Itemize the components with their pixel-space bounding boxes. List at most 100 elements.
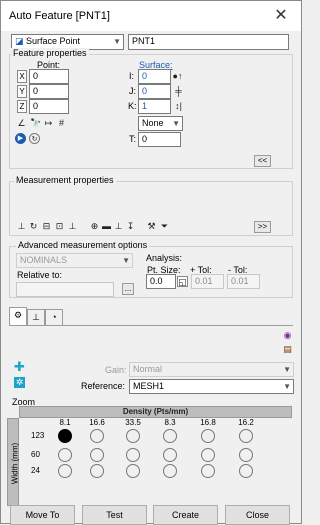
density-option-radio[interactable] — [58, 429, 72, 443]
gain-label: Gain: — [105, 365, 127, 375]
chevron-down-icon: ▼ — [113, 37, 121, 46]
flip-vector-icon[interactable]: ╪ — [173, 86, 184, 97]
minus-tol-input[interactable]: 0.01 — [227, 274, 260, 289]
advanced-options-label: Advanced measurement options — [16, 240, 150, 250]
height-icon[interactable]: ↧ — [125, 221, 136, 232]
offset-icon[interactable]: ⊥ — [113, 221, 124, 232]
settings-icon[interactable]: ✲ — [14, 377, 25, 388]
density-option-radio[interactable] — [163, 464, 177, 478]
relative-to-input[interactable] — [16, 282, 114, 297]
rotate-icon[interactable]: ↻ — [28, 221, 39, 232]
create-button[interactable]: Create — [153, 505, 218, 525]
feature-name-input[interactable]: PNT1 — [128, 34, 289, 50]
none-select-value: None — [142, 118, 164, 128]
density-option-radio[interactable] — [126, 464, 140, 478]
surface-k-input[interactable]: 1 — [138, 99, 171, 114]
plane-icon[interactable]: ▬ — [101, 221, 112, 232]
point-y-input[interactable]: 0 — [29, 84, 69, 99]
test-button[interactable]: Test — [82, 505, 147, 525]
surface-j-input[interactable]: 0 — [138, 84, 171, 99]
feature-type-value: Surface Point — [26, 36, 81, 46]
browse-button[interactable]: ... — [122, 283, 134, 295]
grid-icon[interactable]: # — [56, 118, 67, 129]
reference-select[interactable]: MESH1 ▼ — [129, 379, 294, 394]
tab-probe-settings[interactable]: ⚙ — [9, 307, 27, 325]
density-option-radio[interactable] — [90, 448, 104, 462]
binoculars-icon[interactable]: 🔭 — [30, 118, 41, 129]
x-axis-button[interactable]: X — [17, 70, 27, 83]
analysis-label: Analysis: — [146, 253, 183, 263]
density-option-radio[interactable] — [239, 448, 253, 462]
sample-icon[interactable]: ⊟ — [41, 221, 52, 232]
analysis-view-icon[interactable]: ◱ — [177, 276, 188, 287]
none-select[interactable]: None ▼ — [138, 116, 183, 131]
pt-size-input[interactable]: 0.0 — [146, 274, 176, 289]
density-option-radio[interactable] — [90, 464, 104, 478]
nominals-select[interactable]: NOMINALS ▼ — [16, 253, 133, 268]
tab-contact-settings[interactable]: ⊥ — [27, 309, 45, 325]
density-option-radio[interactable] — [58, 464, 72, 478]
density-option-radio[interactable] — [90, 429, 104, 443]
close-button[interactable]: Close — [225, 505, 290, 525]
report-icon[interactable]: ▤ — [282, 344, 293, 355]
width-sidebar: Width (mm) — [7, 418, 20, 506]
j-label: J: — [129, 86, 137, 96]
density-column-header: 16.6 — [89, 418, 105, 427]
density-option-radio[interactable] — [163, 448, 177, 462]
point-x-input[interactable]: 0 — [29, 69, 69, 84]
touch-icon[interactable]: ⊥ — [16, 221, 27, 232]
reference-label: Reference: — [81, 381, 126, 391]
width-row-header: 24 — [31, 466, 40, 475]
density-option-radio[interactable] — [201, 429, 215, 443]
play-icon[interactable]: ▶ — [15, 133, 26, 144]
measure-icon[interactable]: ↦ — [43, 118, 54, 129]
wand-icon[interactable]: ⚒ — [146, 221, 157, 232]
density-option-radio[interactable] — [126, 448, 140, 462]
angle-icon[interactable]: ∠ — [16, 118, 27, 129]
filter-icon[interactable]: ⏷ — [159, 221, 170, 232]
gain-select[interactable]: Normal ▼ — [129, 362, 294, 377]
target-icon[interactable]: ⊕ — [89, 221, 100, 232]
y-axis-button[interactable]: Y — [17, 85, 27, 98]
density-option-radio[interactable] — [163, 429, 177, 443]
tab-motion-settings[interactable]: ◔ — [45, 309, 63, 325]
auto-move-icon[interactable]: ⊡ — [54, 221, 65, 232]
density-option-radio[interactable] — [239, 429, 253, 443]
add-icon[interactable]: ✚ — [14, 360, 25, 373]
chevron-down-icon: ▼ — [283, 365, 291, 374]
expand-button[interactable]: >> — [254, 221, 271, 233]
measurement-properties-label: Measurement properties — [14, 175, 116, 185]
i-label: I: — [129, 71, 135, 81]
density-option-radio[interactable] — [58, 448, 72, 462]
density-column-header: 33.5 — [125, 418, 141, 427]
point-z-input[interactable]: 0 — [29, 99, 69, 114]
density-option-radio[interactable] — [201, 448, 215, 462]
window-title: Auto Feature [PNT1] — [9, 10, 110, 22]
timer-icon: ◔ — [51, 312, 57, 322]
gain-select-value: Normal — [133, 364, 163, 374]
surface-i-input[interactable]: 0 — [138, 69, 171, 84]
find-vector-icon[interactable]: ●↑ — [172, 71, 183, 82]
sensor-icon[interactable]: ◉ — [282, 330, 293, 341]
tab-divider — [9, 325, 293, 326]
z-axis-button[interactable]: Z — [17, 100, 27, 113]
plus-tol-input[interactable]: 0.01 — [191, 274, 224, 289]
t-label: T: — [129, 134, 137, 144]
density-option-radio[interactable] — [239, 464, 253, 478]
move-to-button[interactable]: Move To — [10, 505, 75, 525]
surface-point-icon: ◪ — [15, 36, 27, 46]
density-option-radio[interactable] — [126, 429, 140, 443]
density-column-header: 16.8 — [200, 418, 216, 427]
collapse-button[interactable]: << — [254, 155, 271, 167]
t-value-input[interactable]: 0 — [138, 132, 181, 147]
chevron-down-icon: ▼ — [172, 119, 180, 128]
relative-to-label: Relative to: — [17, 270, 63, 280]
depth-icon[interactable]: ⊥ — [67, 221, 78, 232]
density-option-radio[interactable] — [201, 464, 215, 478]
gear-icon: ⚙ — [13, 310, 23, 320]
k-label: K: — [128, 101, 137, 111]
refresh-icon[interactable]: ↻ — [29, 133, 40, 144]
perpendicular-icon[interactable]: ↕| — [173, 101, 184, 112]
close-icon[interactable]: ✕ — [261, 1, 301, 31]
chevron-down-icon: ▼ — [122, 256, 130, 265]
